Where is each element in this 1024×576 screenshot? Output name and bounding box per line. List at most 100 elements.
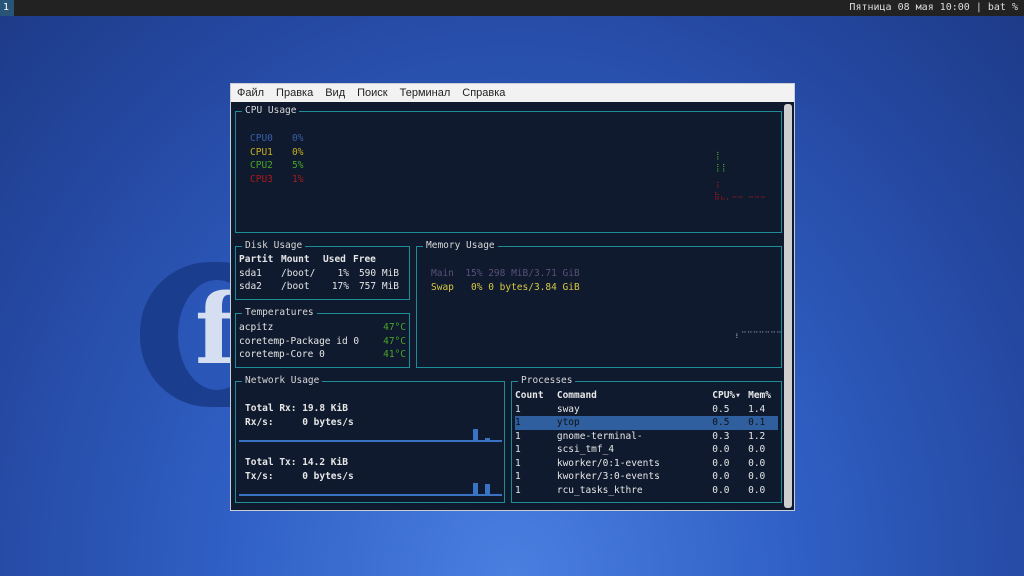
cpu-value: 1% bbox=[292, 173, 304, 185]
temperatures-panel: Temperatures acpitz 47°C coretemp-Package … bbox=[235, 306, 410, 368]
process-cell: ytop bbox=[556, 417, 580, 428]
sensor-temp: 47°C bbox=[383, 322, 406, 333]
temperature-row: coretemp-Package id 0 47°C bbox=[239, 335, 406, 349]
cpu-row: CPU0 0% bbox=[250, 132, 303, 146]
process-row[interactable]: 1 sway 0.5 1.4 bbox=[515, 403, 778, 417]
process-cell: kworker/3:0-events bbox=[556, 471, 660, 482]
process-cell: Mem% bbox=[748, 390, 771, 401]
cpu-name: CPU1 bbox=[250, 146, 273, 158]
terminal-window[interactable]: Файл Правка Вид Поиск Терминал Справка C… bbox=[230, 83, 795, 511]
cpu-row: CPU3 1% bbox=[250, 173, 303, 187]
disk-cell: sda2 bbox=[239, 281, 262, 292]
menu-file[interactable]: Файл bbox=[237, 84, 264, 102]
processes-title: Processes bbox=[518, 374, 576, 388]
sensor-name: coretemp-Core 0 bbox=[239, 349, 325, 360]
memory-main: Main 15% 298 MiB/3.71 GiB bbox=[431, 268, 580, 279]
network-title: Network Usage bbox=[242, 374, 323, 388]
process-row[interactable]: 1 ytop 0.5 0.1 bbox=[515, 416, 778, 430]
cpu-row: CPU2 5% bbox=[250, 159, 303, 173]
menu-search[interactable]: Поиск bbox=[357, 84, 387, 102]
disk-cell: sda1 bbox=[239, 267, 262, 279]
process-row[interactable]: 1 gnome-terminal- 0.3 1.2 bbox=[515, 430, 778, 444]
process-cell: 0.5 bbox=[712, 417, 730, 428]
process-cell: 0.0 bbox=[748, 457, 766, 469]
tx-rate: Tx/s: 0 bytes/s bbox=[245, 470, 354, 482]
process-cell: 1 bbox=[515, 444, 521, 455]
cpu-graph: ⡇ ⡇⡇ ⡆ ⣷⣄⡀⠤⠤ ⠤⠤⠤ bbox=[714, 151, 766, 200]
disk-cell: 17% bbox=[331, 281, 349, 292]
process-row[interactable]: 1 scsi_tmf_4 0.0 0.0 bbox=[515, 443, 778, 457]
process-cell: 1.2 bbox=[748, 430, 766, 442]
cpu-name: CPU2 bbox=[250, 160, 273, 171]
memory-panel: Memory Usage Main 15% 298 MiB/3.71 GiB S… bbox=[416, 239, 782, 368]
processes-panel: Processes Count Command CPU%▾ Mem% 1 sway 0.5 1… bbox=[511, 374, 782, 503]
process-cell: rcu_tasks_kthre bbox=[556, 484, 643, 496]
cpu-name: CPU0 bbox=[250, 133, 273, 144]
cpu-value: 5% bbox=[292, 160, 304, 171]
process-cell: 0.1 bbox=[748, 417, 766, 428]
disk-cell: 1% bbox=[337, 267, 349, 279]
disk-cell: Free bbox=[353, 254, 376, 265]
memory-swap: Swap 0% 0 bytes/3.84 GiB bbox=[431, 281, 580, 293]
disk-cell: 590 MiB bbox=[358, 267, 399, 279]
cpu-name: CPU3 bbox=[250, 173, 273, 185]
sensor-name: acpitz bbox=[239, 322, 274, 333]
process-cell: 0.5 bbox=[712, 403, 730, 415]
menu-help[interactable]: Справка bbox=[462, 84, 505, 102]
menu-bar: Файл Правка Вид Поиск Терминал Справка bbox=[231, 84, 794, 102]
process-cell: CPU%▾ bbox=[712, 390, 741, 401]
menu-terminal[interactable]: Терминал bbox=[400, 84, 451, 102]
rx-spike bbox=[485, 438, 490, 441]
workspace-indicator[interactable]: 1 bbox=[0, 0, 14, 16]
process-cell: scsi_tmf_4 bbox=[556, 444, 615, 455]
memory-title: Memory Usage bbox=[423, 239, 498, 253]
menu-edit[interactable]: Правка bbox=[276, 84, 313, 102]
cpu-title: CPU Usage bbox=[242, 104, 300, 118]
process-cell: 1 bbox=[515, 484, 521, 496]
menu-view[interactable]: Вид bbox=[325, 84, 345, 102]
cpu-value: 0% bbox=[292, 133, 304, 144]
disk-cell: 757 MiB bbox=[358, 281, 399, 292]
rx-spike bbox=[473, 429, 478, 441]
temperatures-title: Temperatures bbox=[242, 306, 317, 320]
process-cell: 0.0 bbox=[748, 484, 766, 496]
cpu-panel: CPU Usage CPU0 0% CPU1 0% CPU2 5% CPU3 1% ⡇ ⡇⡇ … bbox=[235, 104, 782, 233]
disk-cell: /boot/ bbox=[281, 267, 316, 279]
tx-baseline bbox=[239, 494, 502, 496]
process-row[interactable]: 1 kworker/0:1-events 0.0 0.0 bbox=[515, 457, 778, 471]
process-header: Count Command CPU%▾ Mem% bbox=[515, 389, 778, 403]
tx-spike bbox=[473, 483, 478, 495]
process-cell: 0.0 bbox=[712, 444, 730, 455]
process-cell: 1.4 bbox=[748, 403, 766, 415]
rx-rate: Rx/s: 0 bytes/s bbox=[245, 416, 354, 428]
tx-total: Total Tx: 14.2 KiB bbox=[245, 457, 348, 468]
process-cell: kworker/0:1-events bbox=[556, 457, 660, 469]
cpu-value: 0% bbox=[292, 146, 304, 158]
process-cell: 1 bbox=[515, 471, 521, 482]
sensor-temp: 41°C bbox=[383, 349, 406, 360]
status-text: Пятница 08 мая 10:00 | bat % bbox=[849, 2, 1018, 13]
process-row[interactable]: 1 rcu_tasks_kthre 0.0 0.0 bbox=[515, 484, 778, 498]
process-cell: 1 bbox=[515, 430, 521, 442]
scrollbar[interactable] bbox=[784, 104, 792, 508]
disk-cell: Used bbox=[323, 254, 346, 265]
disk-cell: /boot bbox=[281, 281, 310, 292]
process-cell: Count bbox=[515, 390, 544, 401]
process-cell: 0.0 bbox=[712, 471, 730, 482]
temperature-row: coretemp-Core 0 41°C bbox=[239, 348, 406, 362]
process-cell: 0.0 bbox=[748, 471, 766, 482]
process-cell: 0.0 bbox=[712, 457, 730, 469]
rx-baseline bbox=[239, 440, 502, 442]
sensor-temp: 47°C bbox=[383, 335, 406, 347]
memory-graph: ⡀⠤⠤⠤⠤⠤⠤⠤ ⠃ bbox=[735, 326, 782, 343]
disk-panel: Disk Usage Partit Mount Used Free sda1/boot/… bbox=[235, 239, 410, 300]
process-cell: sway bbox=[556, 403, 580, 415]
disk-cell: Mount bbox=[281, 254, 310, 265]
disk-title: Disk Usage bbox=[242, 239, 306, 253]
process-cell: Command bbox=[556, 390, 597, 401]
process-row[interactable]: 1 kworker/3:0-events 0.0 0.0 bbox=[515, 470, 778, 484]
disk-cell: Partit bbox=[239, 254, 274, 265]
process-cell: 0.3 bbox=[712, 430, 730, 442]
disk-row: sda1/boot/1% 590 MiB bbox=[239, 267, 403, 281]
process-cell: 0.0 bbox=[748, 444, 766, 455]
